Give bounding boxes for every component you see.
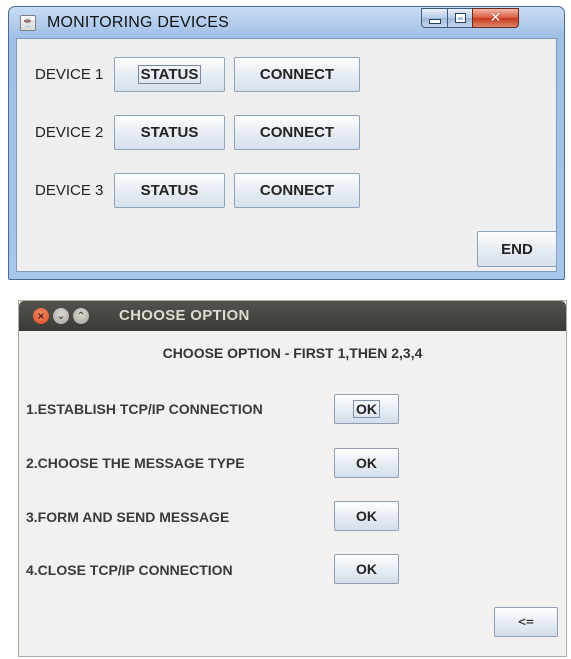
back-button[interactable]: <= bbox=[494, 607, 558, 637]
choose-option-window: × ⌄ ⌃ CHOOSE OPTION CHOOSE OPTION - FIRS… bbox=[18, 300, 567, 657]
window-title: CHOOSE OPTION bbox=[119, 307, 250, 324]
option-4-ok-button[interactable]: OK bbox=[334, 554, 399, 584]
java-cup-icon: ☕ bbox=[20, 15, 36, 31]
option-1-label: 1.ESTABLISH TCP/IP CONNECTION bbox=[26, 401, 263, 417]
device-2-status-button[interactable]: STATUS bbox=[114, 115, 225, 150]
option-2-ok-button[interactable]: OK bbox=[334, 448, 399, 478]
close-button[interactable]: ✕ bbox=[472, 8, 519, 28]
minimize-button[interactable] bbox=[421, 8, 448, 28]
connect-button-label: CONNECT bbox=[259, 124, 335, 141]
title-bar[interactable]: ☕ MONITORING DEVICES ✕ bbox=[9, 7, 564, 37]
ok-button-label: OK bbox=[356, 455, 377, 471]
device-3-connect-button[interactable]: CONNECT bbox=[234, 173, 360, 208]
connect-button-label: CONNECT bbox=[259, 66, 335, 83]
maximize-button[interactable]: ⌃ bbox=[73, 308, 89, 324]
maximize-button[interactable] bbox=[447, 8, 473, 28]
monitoring-devices-window: ☕ MONITORING DEVICES ✕ DEVICE 1 STATUS C… bbox=[8, 6, 565, 280]
maximize-icon bbox=[454, 13, 466, 23]
close-icon: ✕ bbox=[489, 10, 502, 26]
chevron-up-icon: ⌃ bbox=[76, 310, 86, 322]
close-button[interactable]: × bbox=[33, 308, 49, 324]
close-icon: × bbox=[36, 310, 46, 322]
device-3-label: DEVICE 3 bbox=[35, 182, 104, 199]
device-2-label: DEVICE 2 bbox=[35, 124, 104, 141]
option-4-label: 4.CLOSE TCP/IP CONNECTION bbox=[26, 562, 233, 578]
connect-button-label: CONNECT bbox=[259, 182, 335, 199]
device-1-connect-button[interactable]: CONNECT bbox=[234, 57, 360, 92]
end-button[interactable]: END bbox=[477, 231, 557, 267]
ok-button-label: OK bbox=[353, 400, 380, 418]
window-content: DEVICE 1 STATUS CONNECT DEVICE 2 STATUS … bbox=[16, 38, 557, 272]
option-1-ok-button[interactable]: OK bbox=[334, 394, 399, 424]
ok-button-label: OK bbox=[356, 561, 377, 577]
minimize-button[interactable]: ⌄ bbox=[53, 308, 69, 324]
status-button-label: STATUS bbox=[140, 182, 199, 199]
device-1-status-button[interactable]: STATUS bbox=[114, 57, 225, 92]
device-2-connect-button[interactable]: CONNECT bbox=[234, 115, 360, 150]
window-title: MONITORING DEVICES bbox=[47, 14, 229, 31]
instructions-heading: CHOOSE OPTION - FIRST 1,THEN 2,3,4 bbox=[162, 345, 423, 361]
ok-button-label: OK bbox=[356, 508, 377, 524]
option-3-ok-button[interactable]: OK bbox=[334, 501, 399, 531]
title-bar[interactable]: × ⌄ ⌃ CHOOSE OPTION bbox=[19, 301, 566, 331]
window-content: CHOOSE OPTION - FIRST 1,THEN 2,3,4 1.EST… bbox=[19, 331, 566, 656]
minimize-icon bbox=[428, 18, 441, 24]
status-button-label: STATUS bbox=[137, 65, 202, 84]
chevron-down-icon: ⌄ bbox=[56, 310, 66, 322]
option-2-label: 2.CHOOSE THE MESSAGE TYPE bbox=[26, 455, 245, 471]
device-1-label: DEVICE 1 bbox=[35, 66, 104, 83]
status-button-label: STATUS bbox=[140, 124, 199, 141]
option-3-label: 3.FORM AND SEND MESSAGE bbox=[26, 509, 230, 525]
end-button-label: END bbox=[501, 240, 533, 258]
back-button-label: <= bbox=[518, 614, 534, 630]
device-3-status-button[interactable]: STATUS bbox=[114, 173, 225, 208]
